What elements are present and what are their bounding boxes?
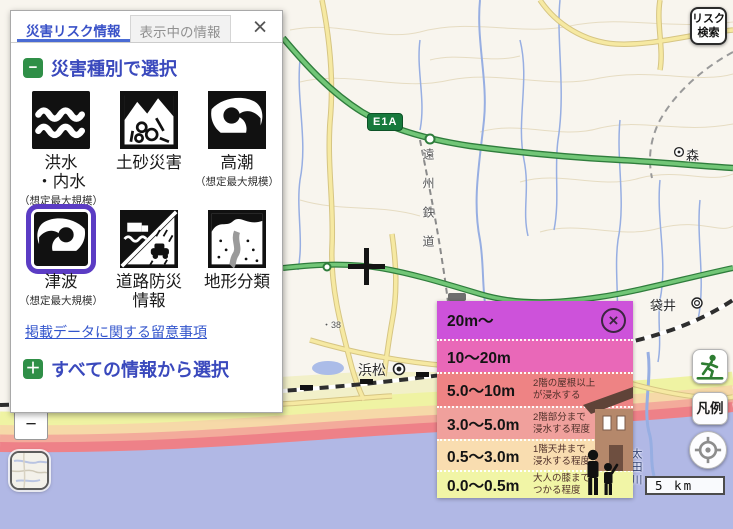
legend-close-icon[interactable]: × (601, 308, 626, 333)
running-person-icon (696, 354, 724, 380)
disaster-type-flood[interactable]: 洪水 ・内水 （想定最大規模） (17, 89, 105, 208)
section-title-all: すべての情報から選択 (51, 356, 229, 382)
disaster-risk-panel: 災害リスク情報 表示中の情報 × − 災害種別で選択 洪水 ・内水 （想定最大規… (10, 10, 283, 413)
mini-map-icon (12, 453, 47, 488)
overview-map-button[interactable] (10, 451, 49, 490)
panel-close-icon[interactable]: × (246, 13, 274, 41)
legend-row: 5.0〜10m 2階の屋根以上 が浸水する (437, 372, 633, 406)
risk-search-button[interactable]: リスク検索 (690, 7, 727, 45)
tab-displayed-info[interactable]: 表示中の情報 (130, 15, 231, 42)
zoom-out-button[interactable]: − (14, 409, 48, 440)
data-notes-link[interactable]: 掲載データに関する留意事項 (25, 322, 282, 342)
road-hazard-icon (118, 208, 180, 270)
legend-row: 3.0〜5.0m 2階部分まで 浸水する程度 (437, 406, 633, 439)
section-select-all[interactable]: ＋ すべての情報から選択 (23, 356, 282, 382)
legend-row: 10〜20m (437, 339, 633, 372)
legend-toggle-button[interactable]: 凡例 (692, 392, 728, 425)
evacuation-button[interactable] (692, 349, 728, 384)
gps-target-icon (694, 436, 722, 464)
current-location-button[interactable] (689, 431, 727, 469)
tab-disaster-risk-info[interactable]: 災害リスク情報 (17, 15, 130, 42)
tsunami-depth-legend: × 20m〜 10〜20m 5.0〜10m 2階の屋根以上 が浸水する 3.0〜… (437, 301, 633, 498)
collapse-minus-icon[interactable]: − (23, 58, 43, 78)
expand-plus-icon[interactable]: ＋ (23, 359, 43, 379)
storm-surge-icon (206, 89, 268, 151)
route-shield-e1a: E1A (367, 113, 403, 131)
map-scale: 5 km (645, 476, 725, 495)
section-select-by-type[interactable]: − 災害種別で選択 (23, 55, 282, 81)
legend-row: 0.0〜0.5m 大人の膝まで つかる程度 (437, 470, 633, 498)
disaster-type-road-hazard[interactable]: 道路防災 情報 (105, 208, 193, 312)
tsunami-icon (26, 204, 96, 274)
hazard-map-app: E1A 森 袋井 浜松 太田川 遠州鉄道 ・38 災害リスク情報 表示中の情報 … (0, 0, 733, 529)
disaster-type-storm-surge[interactable]: 高潮 （想定最大規模） (193, 89, 281, 208)
landform-icon (206, 208, 268, 270)
legend-row: 0.5〜3.0m 1階天井まで 浸水する程度 (437, 439, 633, 470)
disaster-type-landform[interactable]: 地形分類 (193, 208, 281, 312)
landslide-icon (118, 89, 180, 151)
flood-icon (30, 89, 92, 151)
panel-tabbar: 災害リスク情報 表示中の情報 × (11, 11, 282, 43)
section-title: 災害種別で選択 (51, 55, 177, 81)
disaster-type-landslide[interactable]: 土砂災害 (105, 89, 193, 208)
disaster-type-tsunami[interactable]: 津波 （想定最大規模） (17, 208, 105, 312)
disaster-type-grid: 洪水 ・内水 （想定最大規模） 土砂災害 高潮 （想定最大規模） (17, 89, 281, 312)
